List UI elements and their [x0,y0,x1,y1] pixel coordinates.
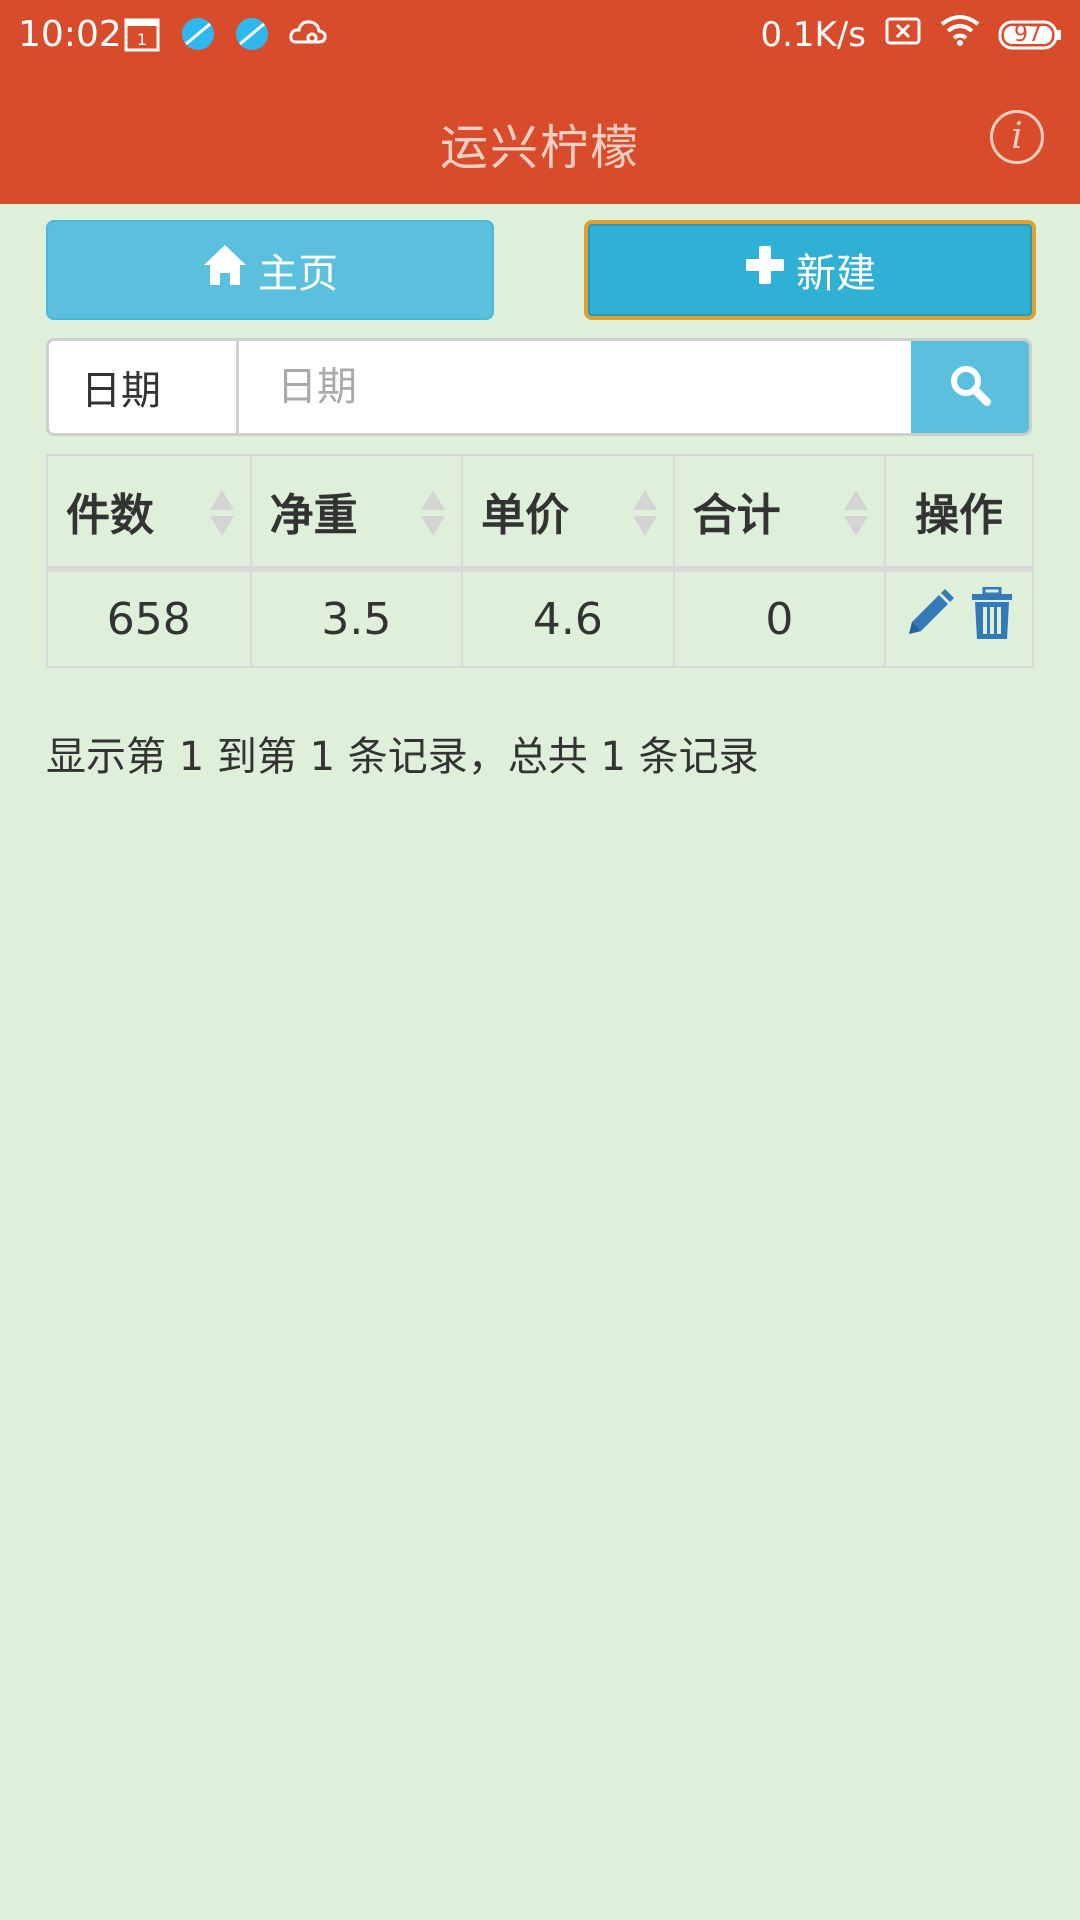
column-header-count[interactable]: 件数 [46,454,252,572]
date-search-group: 日期 [46,338,1032,436]
home-icon [202,243,248,297]
page-title: 运兴柠檬 [439,120,640,176]
svg-text:1: 1 [137,30,147,49]
network-speed: 0.1K/s [760,14,866,55]
new-button-label: 新建 [796,251,876,297]
date-addon-label: 日期 [49,341,239,433]
info-icon[interactable]: i [990,110,1044,164]
cell-count: 658 [46,568,252,668]
wifi-icon [940,14,980,55]
app-notification-icon [234,16,270,56]
battery-level: 97 [1014,21,1042,47]
column-header-actions: 操作 [884,454,1034,572]
sort-icon [421,490,446,536]
table-row: 658 3.5 4.6 0 [46,568,1034,668]
sim-icon [884,15,922,55]
home-button-label: 主页 [258,251,338,297]
status-bar: 10:02 1 0.1K/s 97 [0,0,1080,72]
status-time: 10:02 [18,14,122,55]
cell-net-weight: 3.5 [249,568,464,668]
sort-icon [844,490,869,536]
cell-unit-price: 4.6 [461,568,675,668]
date-input[interactable] [239,341,911,433]
battery-icon: 97 [998,19,1062,51]
sort-icon [209,490,234,536]
plus-icon [744,244,786,296]
new-button[interactable]: 新建 [584,220,1036,320]
sort-icon [632,490,657,536]
search-button[interactable] [911,341,1029,433]
calendar-icon: 1 [124,16,162,58]
edit-icon[interactable] [903,588,955,651]
app-bar: 运兴柠檬 i [0,72,1080,204]
search-icon [948,363,992,411]
home-button[interactable]: 主页 [46,220,494,320]
cell-total: 0 [672,568,887,668]
app-notification-icon [180,16,216,56]
pagination-summary: 显示第 1 到第 1 条记录，总共 1 条记录 [46,734,759,780]
column-header-total[interactable]: 合计 [672,454,887,572]
trash-icon[interactable] [969,586,1015,652]
table-header-row: 件数 净重 单价 合计 操作 [46,454,1034,572]
column-header-net-weight[interactable]: 净重 [249,454,464,572]
cloud-icon [288,16,328,54]
records-table: 件数 净重 单价 合计 操作 658 3.5 4.6 0 [46,454,1034,668]
cell-actions [884,568,1034,668]
column-header-unit-price[interactable]: 单价 [461,454,675,572]
